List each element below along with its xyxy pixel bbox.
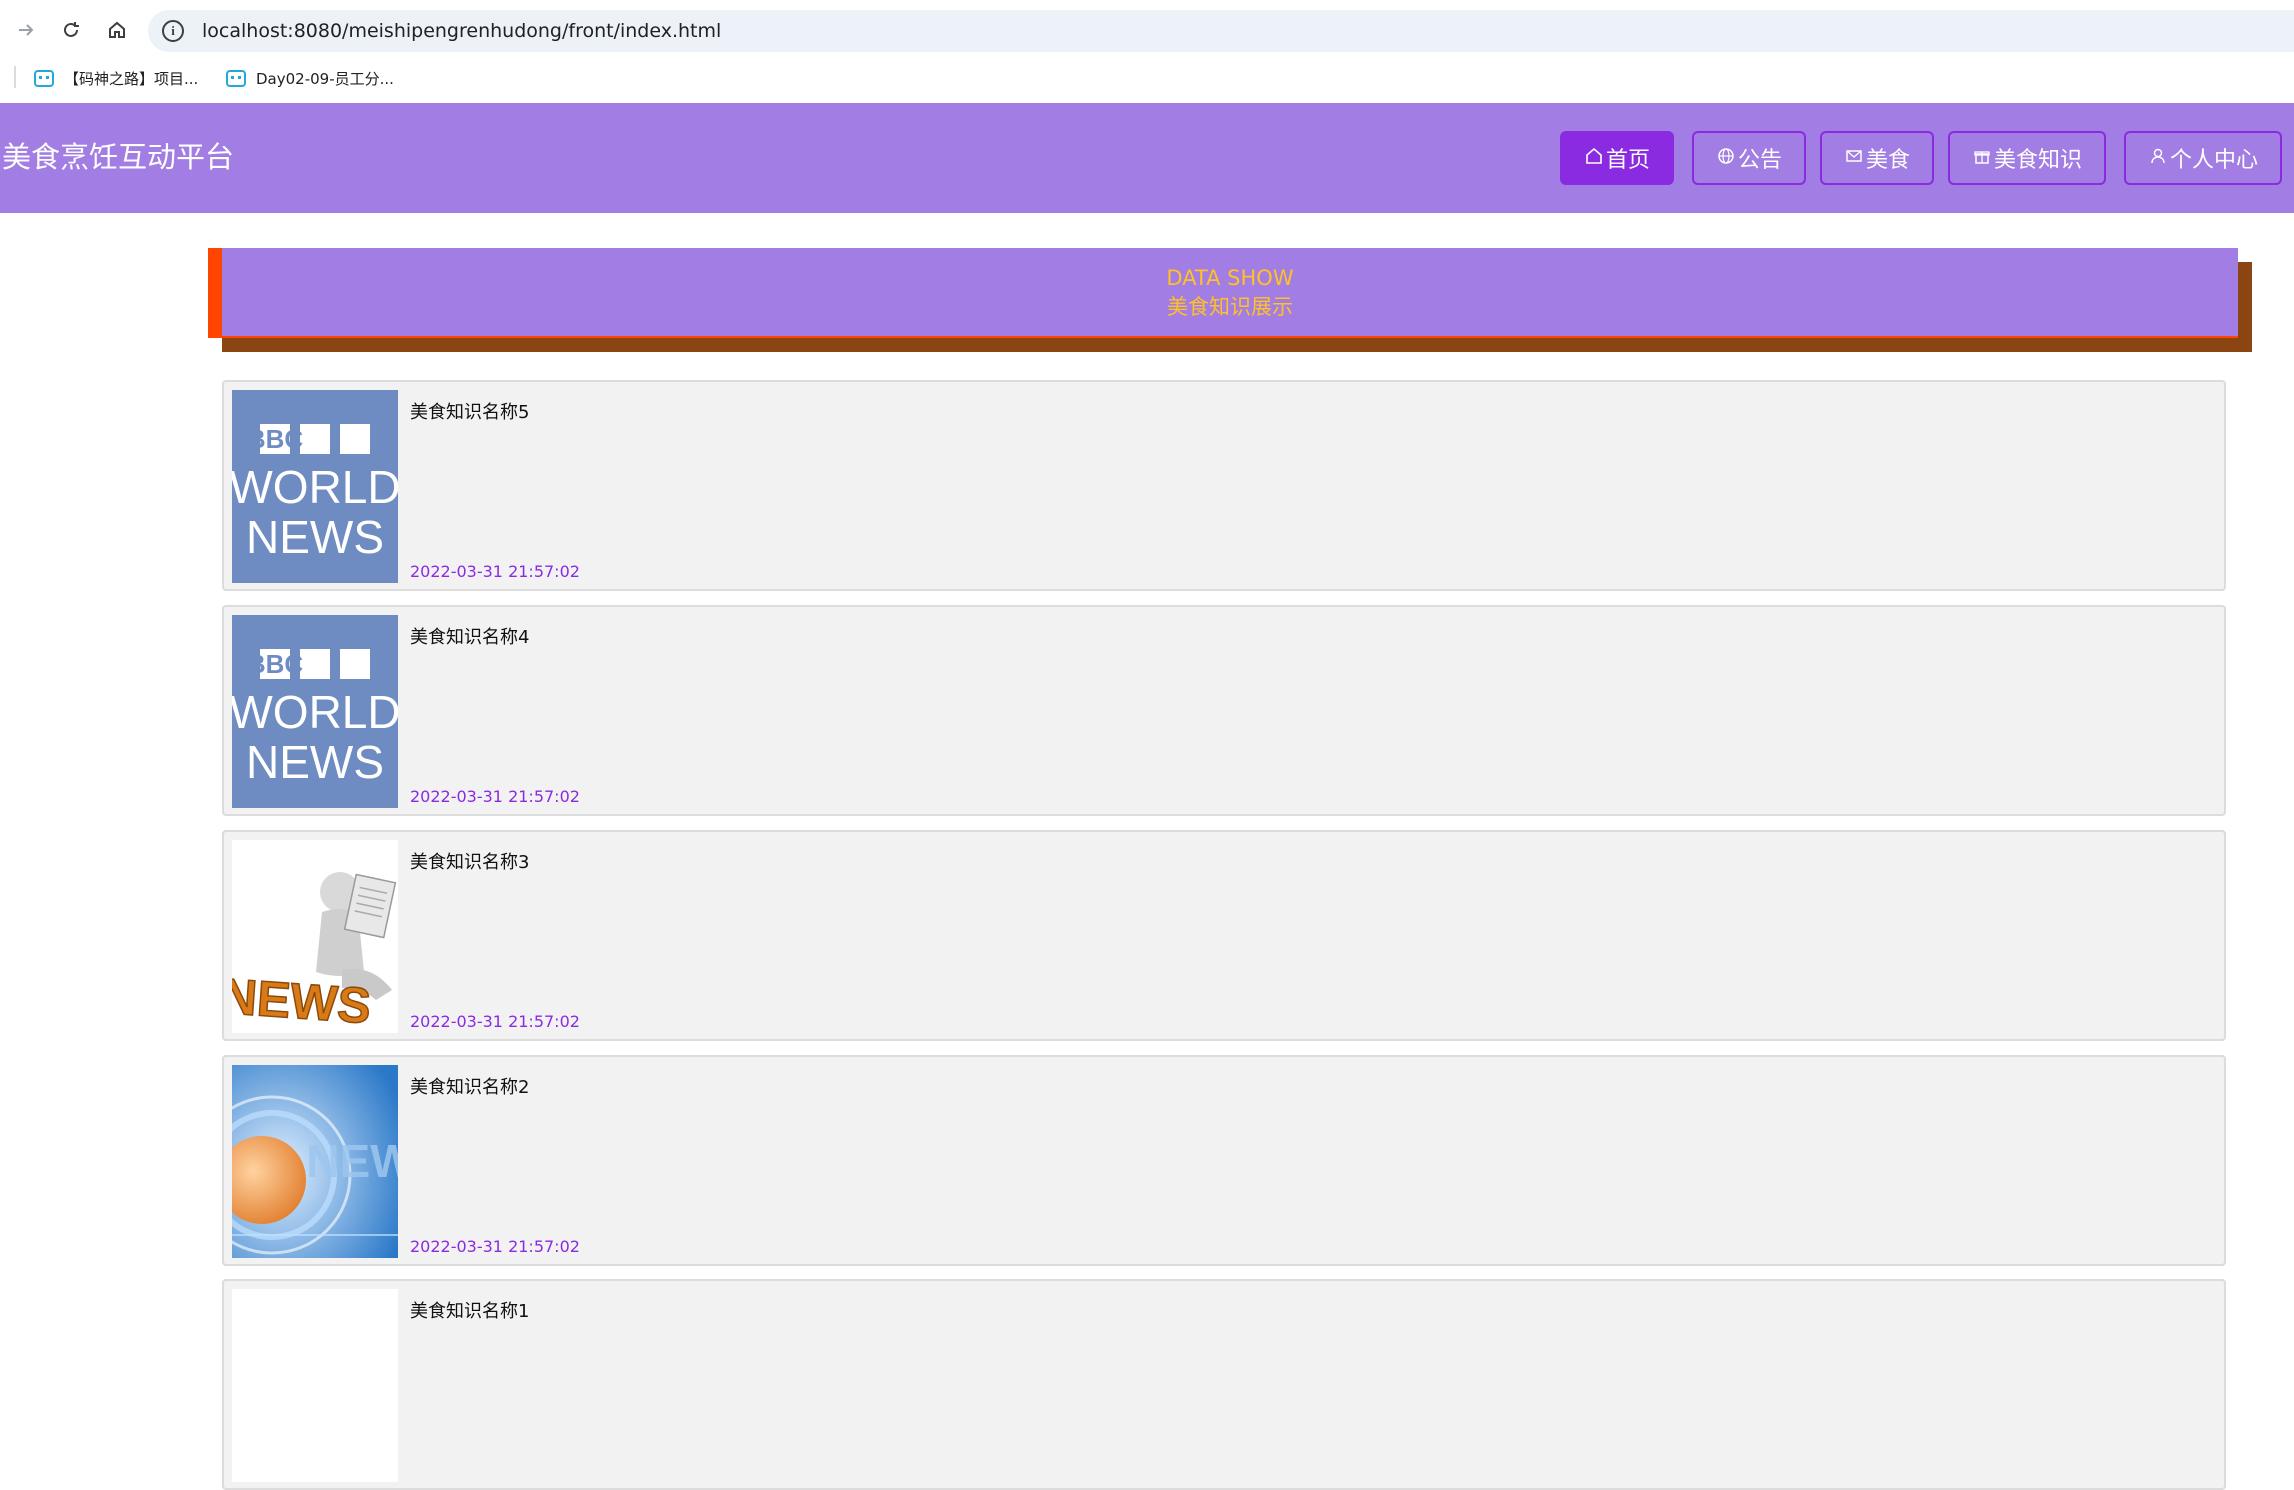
bilibili-icon xyxy=(34,69,54,87)
home-icon xyxy=(1584,146,1604,171)
thumb-text: WORLD xyxy=(232,461,398,513)
thumb-text: BBC xyxy=(247,649,304,679)
forward-icon[interactable] xyxy=(10,14,42,46)
globe-icon xyxy=(1716,146,1736,171)
nav-label: 美食 xyxy=(1865,148,1910,173)
nav-label: 首页 xyxy=(1605,148,1650,173)
user-icon xyxy=(2148,146,2168,171)
list-item[interactable]: BBC WORLD NEWS 美食知识名称4 2022-03-31 21:57:… xyxy=(222,605,2226,816)
bookmark-label: 【码神之路】项目... xyxy=(64,69,199,88)
item-date: 2022-03-31 21:57:02 xyxy=(410,562,580,581)
gift-icon xyxy=(1972,146,1992,171)
thumb-text: NEWS xyxy=(232,968,373,1033)
bookmarks-divider xyxy=(14,66,16,88)
section-banner: DATA SHOW 美食知识展示 xyxy=(222,248,2238,338)
address-bar[interactable]: i localhost:8080/meishipengrenhudong/fro… xyxy=(148,10,2294,52)
nav-label: 公告 xyxy=(1737,148,1782,173)
home-icon[interactable] xyxy=(101,14,133,46)
list-item[interactable]: 美食知识名称1 xyxy=(222,1279,2226,1490)
item-date: 2022-03-31 21:57:02 xyxy=(410,787,580,806)
item-title[interactable]: 美食知识名称2 xyxy=(410,1073,529,1099)
thumb-text: NEWS xyxy=(246,511,384,563)
browser-toolbar: i localhost:8080/meishipengrenhudong/fro… xyxy=(0,0,2294,62)
item-title[interactable]: 美食知识名称4 xyxy=(410,623,529,649)
item-title[interactable]: 美食知识名称3 xyxy=(410,848,529,874)
thumb-text: WORLD xyxy=(232,686,398,738)
item-thumbnail[interactable]: NEW xyxy=(232,1065,398,1258)
list-item[interactable]: NEW 美食知识名称2 2022-03-31 21:57:02 xyxy=(222,1055,2226,1266)
bookmark-label: Day02-09-员工分... xyxy=(256,69,394,88)
item-date: 2022-03-31 21:57:02 xyxy=(410,1237,580,1256)
item-thumbnail[interactable]: BBC WORLD NEWS xyxy=(232,615,398,808)
mail-icon xyxy=(1844,146,1864,171)
item-title[interactable]: 美食知识名称5 xyxy=(410,398,529,424)
item-thumbnail[interactable]: NEWS xyxy=(232,840,398,1033)
nav-food-button[interactable]: 美食 xyxy=(1820,131,1934,185)
list-item[interactable]: BBC WORLD NEWS 美食知识名称5 2022-03-31 21:57:… xyxy=(222,380,2226,591)
bookmark-item[interactable]: Day02-09-员工分... xyxy=(226,66,394,90)
banner-accent-bar xyxy=(208,248,222,338)
nav-home-button[interactable]: 首页 xyxy=(1560,131,1674,185)
thumb-text: NEW xyxy=(306,1135,398,1187)
banner-subtitle-en: DATA SHOW xyxy=(1166,266,1294,290)
site-title: 美食烹饪互动平台 xyxy=(2,140,235,174)
banner-title-cn: 美食知识展示 xyxy=(1167,295,1293,319)
nav-food-knowledge-button[interactable]: 美食知识 xyxy=(1948,131,2106,185)
site-info-icon[interactable]: i xyxy=(162,20,184,42)
bookmark-item[interactable]: 【码神之路】项目... xyxy=(34,66,198,90)
nav-profile-button[interactable]: 个人中心 xyxy=(2124,131,2282,185)
item-title[interactable]: 美食知识名称1 xyxy=(410,1297,529,1323)
nav-label: 美食知识 xyxy=(1993,148,2082,173)
nav-notice-button[interactable]: 公告 xyxy=(1692,131,1806,185)
item-date: 2022-03-31 21:57:02 xyxy=(410,1012,580,1031)
bilibili-icon xyxy=(226,69,246,87)
url-text: localhost:8080/meishipengrenhudong/front… xyxy=(202,20,722,42)
nav-label: 个人中心 xyxy=(2169,148,2258,173)
thumb-text: NEWS xyxy=(246,736,384,788)
item-thumbnail[interactable] xyxy=(232,1289,398,1482)
thumb-text: BBC xyxy=(247,424,304,454)
list-item[interactable]: NEWS 美食知识名称3 2022-03-31 21:57:02 xyxy=(222,830,2226,1041)
reload-icon[interactable] xyxy=(55,14,87,46)
item-thumbnail[interactable]: BBC WORLD NEWS xyxy=(232,390,398,583)
